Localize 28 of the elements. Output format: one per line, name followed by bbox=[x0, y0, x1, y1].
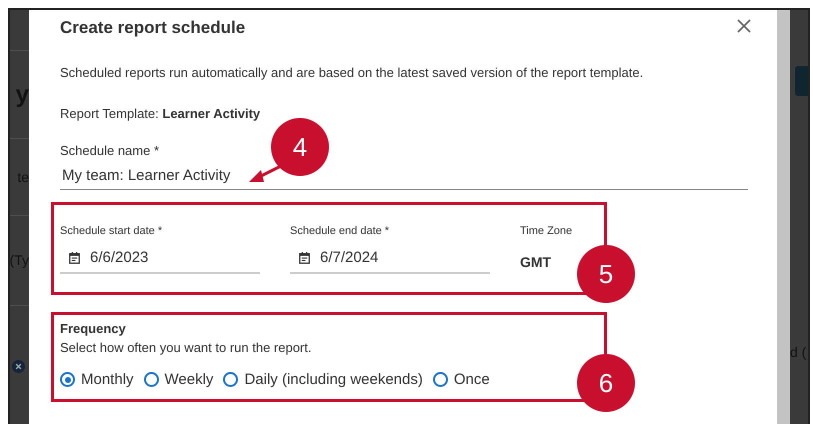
option-label: Monthly bbox=[81, 371, 134, 388]
dialog-title: Create report schedule bbox=[60, 18, 246, 38]
option-label: Weekly bbox=[164, 371, 214, 388]
date-field[interactable]: 6/6/2023 bbox=[60, 237, 260, 274]
field-label: Schedule end date * bbox=[290, 225, 390, 237]
close-icon[interactable] bbox=[737, 19, 751, 33]
description-text: Scheduled reports run automatically and are based on the latest saved version of the report template. bbox=[60, 65, 644, 80]
step-badge: 4 bbox=[271, 118, 329, 176]
calendar-icon bbox=[69, 252, 80, 264]
field-label: Schedule name * bbox=[60, 143, 160, 158]
radio-button[interactable] bbox=[223, 372, 238, 387]
field-label: Time Zone bbox=[520, 225, 574, 237]
section-title: Frequency bbox=[60, 321, 127, 336]
radio-button[interactable] bbox=[60, 372, 75, 387]
option-label: Daily (including weekends) bbox=[244, 371, 423, 388]
remove-icon bbox=[12, 360, 25, 373]
step-badge: 5 bbox=[577, 245, 635, 303]
scrollbar[interactable] bbox=[777, 10, 790, 424]
radio-button[interactable] bbox=[144, 372, 159, 387]
hint-text: Select how often you want to run the report. bbox=[60, 340, 312, 355]
option-label: Once bbox=[454, 371, 490, 388]
radio-button[interactable] bbox=[432, 372, 448, 387]
template-text: Report Template: Learner Activity bbox=[60, 106, 262, 121]
date-field[interactable]: 6/7/2024 bbox=[290, 237, 490, 274]
step-badge: 6 bbox=[577, 354, 635, 412]
time-zone-value: GMT bbox=[520, 254, 552, 270]
calendar-icon bbox=[299, 252, 310, 264]
field-label: Schedule start date * bbox=[60, 225, 164, 237]
